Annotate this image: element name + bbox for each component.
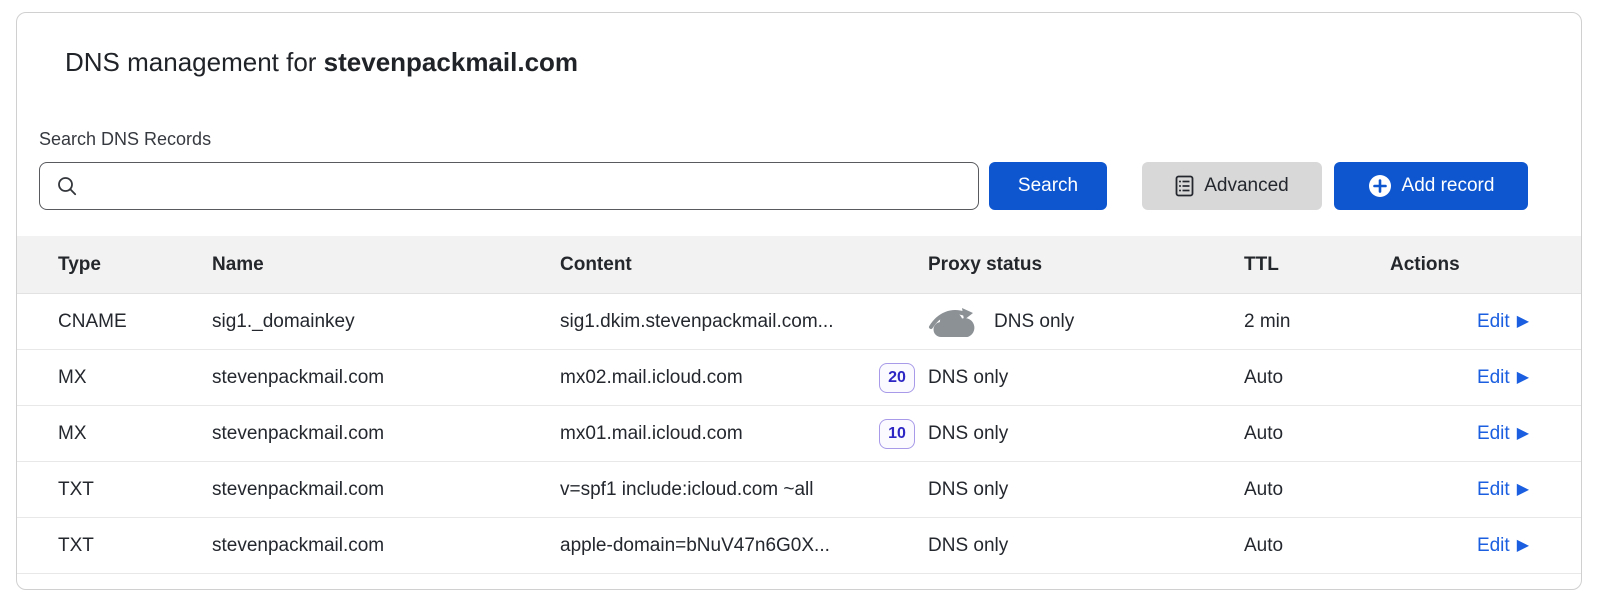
edit-arrow-icon: ▶ [1517, 426, 1529, 442]
search-box[interactable] [39, 162, 979, 210]
record-content: apple-domain=bNuV47n6G0X... [560, 535, 830, 557]
record-type: CNAME [58, 311, 212, 333]
plus-circle-icon [1368, 174, 1392, 198]
edit-link-label: Edit [1477, 535, 1510, 557]
header-content: Content [560, 254, 928, 276]
record-ttl: 2 min [1244, 311, 1390, 333]
search-icon [56, 175, 78, 197]
record-proxy-cell: DNS only [928, 535, 1244, 557]
record-content: mx01.mail.icloud.com [560, 423, 743, 445]
record-proxy-cell: DNS only [928, 367, 1244, 389]
record-content-cell: mx02.mail.icloud.com 20 [560, 363, 928, 393]
record-content-cell: sig1.dkim.stevenpackmail.com... [560, 311, 928, 333]
page-title-prefix: DNS management for [65, 47, 324, 77]
edit-arrow-icon: ▶ [1517, 370, 1529, 386]
page-title-domain: stevenpackmail.com [324, 47, 578, 77]
edit-arrow-icon: ▶ [1517, 314, 1529, 330]
mx-priority-badge: 10 [879, 419, 915, 449]
record-actions-cell: Edit ▶ [1390, 535, 1529, 557]
record-content: mx02.mail.icloud.com [560, 367, 743, 389]
record-actions-cell: Edit ▶ [1390, 479, 1529, 501]
record-content-cell: apple-domain=bNuV47n6G0X... [560, 535, 928, 557]
record-ttl: Auto [1244, 535, 1390, 557]
toolbar: Search Advanced Add record [39, 162, 1528, 210]
edit-arrow-icon: ▶ [1517, 538, 1529, 554]
record-ttl: Auto [1244, 367, 1390, 389]
record-proxy-cell: DNS only [928, 479, 1244, 501]
record-ttl: Auto [1244, 479, 1390, 501]
page-title: DNS management for stevenpackmail.com [65, 45, 1541, 79]
table-row: TXT stevenpackmail.com apple-domain=bNuV… [17, 518, 1581, 574]
add-record-button[interactable]: Add record [1334, 162, 1528, 210]
proxy-status-text: DNS only [994, 311, 1074, 333]
record-proxy-cell: DNS only [928, 304, 1244, 340]
dns-only-cloud-icon [928, 304, 980, 340]
search-button-label: Search [1018, 175, 1078, 197]
mx-priority-badge: 20 [879, 363, 915, 393]
dns-records-table: Type Name Content Proxy status TTL Actio… [17, 236, 1581, 574]
record-type: TXT [58, 535, 212, 557]
table-body: CNAME sig1._domainkey sig1.dkim.stevenpa… [17, 294, 1581, 574]
record-name: stevenpackmail.com [212, 367, 560, 389]
record-name: stevenpackmail.com [212, 423, 560, 445]
search-input[interactable] [88, 163, 962, 209]
proxy-status-text: DNS only [928, 479, 1008, 501]
edit-link-label: Edit [1477, 479, 1510, 501]
header-name: Name [212, 254, 560, 276]
record-name: stevenpackmail.com [212, 479, 560, 501]
record-type: TXT [58, 479, 212, 501]
header-ttl: TTL [1244, 254, 1390, 276]
edit-link[interactable]: Edit ▶ [1477, 423, 1529, 445]
table-row: MX stevenpackmail.com mx01.mail.icloud.c… [17, 406, 1581, 462]
edit-link-label: Edit [1477, 423, 1510, 445]
record-actions-cell: Edit ▶ [1390, 423, 1529, 445]
edit-link-label: Edit [1477, 367, 1510, 389]
record-content: sig1.dkim.stevenpackmail.com... [560, 311, 834, 333]
list-icon [1175, 175, 1194, 197]
table-header: Type Name Content Proxy status TTL Actio… [17, 236, 1581, 294]
search-label: Search DNS Records [39, 129, 1581, 150]
proxy-status-text: DNS only [928, 423, 1008, 445]
header-type: Type [58, 254, 212, 276]
edit-link[interactable]: Edit ▶ [1477, 479, 1529, 501]
search-button[interactable]: Search [989, 162, 1107, 210]
header-proxy-status: Proxy status [928, 254, 1244, 276]
proxy-status-text: DNS only [928, 535, 1008, 557]
record-type: MX [58, 423, 212, 445]
record-content-cell: v=spf1 include:icloud.com ~all [560, 479, 928, 501]
advanced-button[interactable]: Advanced [1142, 162, 1322, 210]
table-row: CNAME sig1._domainkey sig1.dkim.stevenpa… [17, 294, 1581, 350]
advanced-button-label: Advanced [1204, 175, 1289, 197]
table-row: TXT stevenpackmail.com v=spf1 include:ic… [17, 462, 1581, 518]
record-name: stevenpackmail.com [212, 535, 560, 557]
edit-arrow-icon: ▶ [1517, 482, 1529, 498]
edit-link[interactable]: Edit ▶ [1477, 367, 1529, 389]
edit-link[interactable]: Edit ▶ [1477, 311, 1529, 333]
proxy-status-text: DNS only [928, 367, 1008, 389]
record-content: v=spf1 include:icloud.com ~all [560, 479, 813, 501]
edit-link[interactable]: Edit ▶ [1477, 535, 1529, 557]
header-actions: Actions [1390, 254, 1529, 276]
record-name: sig1._domainkey [212, 311, 560, 333]
record-actions-cell: Edit ▶ [1390, 311, 1529, 333]
record-type: MX [58, 367, 212, 389]
record-ttl: Auto [1244, 423, 1390, 445]
record-content-cell: mx01.mail.icloud.com 10 [560, 419, 928, 449]
table-row: MX stevenpackmail.com mx02.mail.icloud.c… [17, 350, 1581, 406]
record-actions-cell: Edit ▶ [1390, 367, 1529, 389]
record-proxy-cell: DNS only [928, 423, 1244, 445]
add-record-button-label: Add record [1402, 175, 1495, 197]
edit-link-label: Edit [1477, 311, 1510, 333]
dns-management-panel: DNS management for stevenpackmail.com Se… [16, 12, 1582, 590]
